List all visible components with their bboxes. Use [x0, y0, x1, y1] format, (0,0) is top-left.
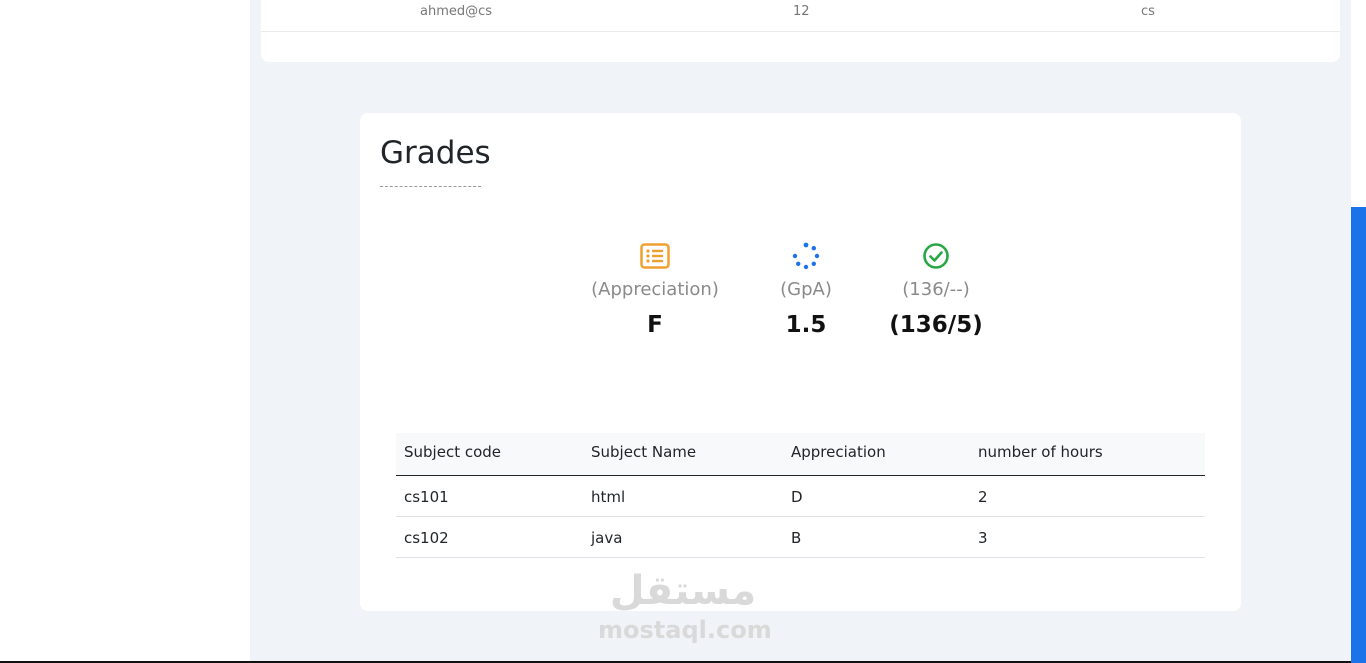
cell-subject-name: html: [583, 475, 783, 517]
title-underline: [380, 186, 481, 187]
cell-number-of-hours: 2: [970, 475, 1205, 517]
hours-value: (136/5): [889, 312, 983, 338]
grades-table: Subject code Subject Name Appreciation n…: [396, 433, 1205, 558]
cell-subject-code: cs102: [396, 516, 583, 558]
spinner-icon: [792, 242, 820, 270]
cell-number-of-hours: 3: [970, 516, 1205, 558]
hours-stat: (136/--) (136/5): [886, 241, 986, 338]
header-subject-name: Subject Name: [583, 433, 783, 476]
cell-subject-name: java: [583, 516, 783, 558]
left-sidebar: [0, 0, 250, 663]
student-department: cs: [1141, 4, 1155, 19]
student-email: ahmed@cs: [420, 4, 493, 19]
main-content: ahmed@cs 12 cs Grades (Appreciation) F (…: [250, 0, 1351, 663]
student-info-card: ahmed@cs 12 cs: [261, 0, 1340, 62]
watermark: مستقل mostaql.com: [598, 566, 772, 644]
appreciation-label: (Appreciation): [591, 279, 719, 300]
hours-label: (136/--): [902, 279, 970, 300]
scrollbar-thumb[interactable]: [1351, 207, 1366, 663]
watermark-latin: mostaql.com: [598, 616, 772, 644]
cell-appreciation: B: [783, 516, 970, 558]
gpa-value: 1.5: [785, 312, 827, 338]
watermark-arabic: مستقل: [609, 568, 757, 614]
table-row: cs101 html D 2: [396, 475, 1205, 517]
gpa-label: (GpA): [780, 279, 832, 300]
header-appreciation: Appreciation: [783, 433, 970, 476]
grades-title: Grades: [380, 135, 491, 171]
grades-card: Grades (Appreciation) F (GpA) 1.5 (136/-…: [360, 113, 1241, 611]
cell-appreciation: D: [783, 475, 970, 517]
check-circle-icon: [923, 243, 949, 269]
gpa-stat: (GpA) 1.5: [772, 241, 840, 338]
appreciation-stat: (Appreciation) F: [586, 241, 724, 338]
table-row: cs102 java B 3: [396, 516, 1205, 558]
student-level: 12: [793, 4, 810, 19]
list-alt-icon: [640, 243, 670, 269]
table-row: ahmed@cs 12 cs: [261, 0, 1340, 32]
header-number-of-hours: number of hours: [970, 433, 1205, 476]
table-header-row: Subject code Subject Name Appreciation n…: [396, 433, 1205, 476]
header-subject-code: Subject code: [396, 433, 583, 476]
cell-subject-code: cs101: [396, 475, 583, 517]
appreciation-value: F: [647, 312, 663, 338]
